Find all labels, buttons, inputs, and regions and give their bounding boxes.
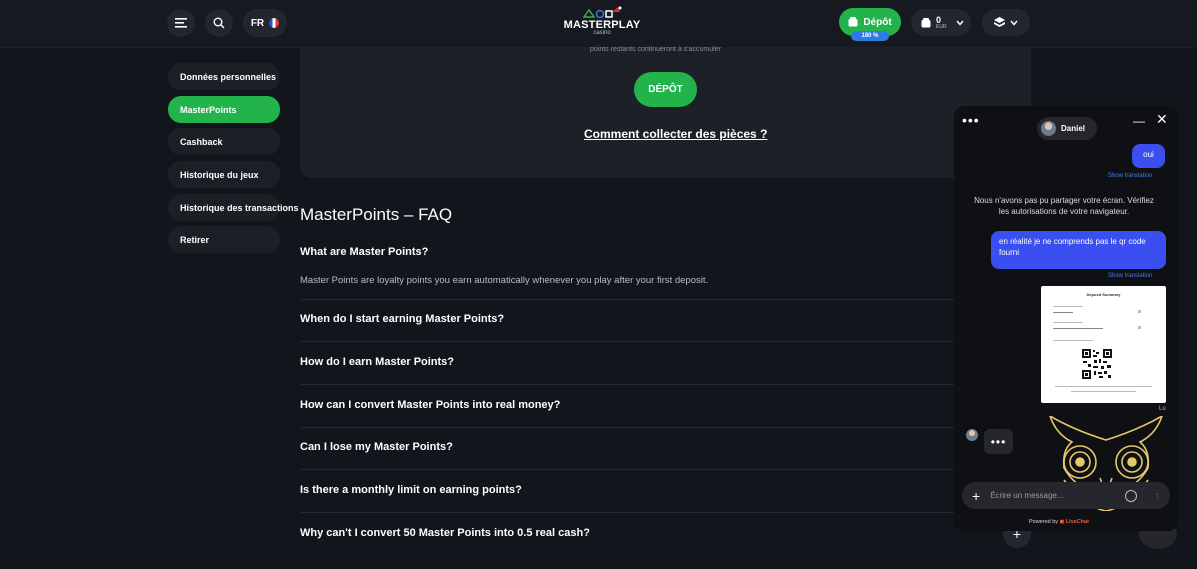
faq-answer: Master Points are loyalty points you ear…	[300, 275, 709, 286]
doc-line	[1053, 312, 1073, 313]
search-icon	[213, 17, 225, 29]
deposit-label: Dépôt	[863, 16, 892, 28]
close-icon[interactable]: ✕	[1156, 111, 1168, 128]
chat-composer: + Écrire un message... ↑	[962, 482, 1170, 509]
sidebar-item-label: Historique du jeux	[180, 169, 259, 180]
logo-shapes	[562, 6, 642, 18]
sidebar-item-label: Historique des transactions	[180, 202, 299, 213]
send-arrow-icon[interactable]: ↑	[1155, 490, 1161, 502]
faq-divider	[300, 427, 960, 428]
search-button[interactable]	[205, 9, 233, 37]
language-code: FR	[250, 17, 265, 29]
doc-line	[1053, 340, 1093, 341]
faq-question[interactable]: What are Master Points?	[300, 246, 428, 258]
copy-icon	[1138, 310, 1141, 313]
minimize-icon[interactable]: —	[1133, 114, 1145, 128]
faq-question[interactable]: When do I start earning Master Points?	[300, 313, 504, 325]
qr-code-icon	[1081, 348, 1113, 380]
card-deposit-label: DÉPÔT	[648, 84, 683, 95]
sidebar-item-personal-data[interactable]: Données personnelles	[168, 63, 280, 90]
livechat-brand: LiveChat	[1065, 519, 1089, 525]
faq-divider	[300, 469, 960, 470]
balance-amount: 0	[936, 14, 942, 25]
masterplay-logo[interactable]: MASTERPLAY casino	[562, 6, 642, 40]
attach-plus-icon[interactable]: +	[972, 488, 980, 504]
message-text: oui	[1143, 150, 1154, 159]
language-selector[interactable]: FR	[243, 9, 287, 37]
agent-info[interactable]: Daniel	[1037, 117, 1097, 140]
system-message: Nous n'avons pas pu partager votre écran…	[974, 196, 1154, 216]
doc-line	[1053, 322, 1083, 323]
user-message-bubble: oui	[1132, 144, 1165, 168]
doc-line	[1053, 328, 1103, 329]
agent-avatar	[1041, 121, 1056, 136]
livechat-widget: ••• Daniel — ✕ oui Show translation Nous…	[954, 106, 1178, 531]
bonus-text: 180 %	[861, 33, 879, 39]
france-flag-icon	[269, 18, 280, 28]
doc-line	[1053, 306, 1083, 307]
sidebar-item-cashback[interactable]: Cashback	[168, 128, 280, 155]
faq-title: MasterPoints – FAQ	[300, 205, 453, 224]
agent-avatar	[966, 429, 978, 441]
faq-divider	[300, 512, 960, 513]
message-text: en réalité je ne comprends pas le qr cod…	[999, 237, 1146, 257]
faq-question[interactable]: Can I lose my Master Points?	[300, 441, 453, 453]
chevron-down-icon	[1010, 20, 1018, 26]
top-header: FR MASTERPLAY casino Dépôt 180 % 0 EUR	[0, 0, 1197, 48]
wallet-icon	[848, 17, 858, 27]
balance-selector[interactable]: 0 EUR	[911, 9, 971, 36]
sidebar-item-label: Cashback	[180, 136, 223, 147]
sidebar-item-game-history[interactable]: Historique du jeux	[168, 161, 280, 188]
powered-by-text: Powered by	[1029, 519, 1059, 525]
balance-wallet-icon	[921, 17, 931, 27]
emoji-icon[interactable]	[1124, 489, 1137, 502]
sidebar-item-masterpoints[interactable]: MasterPoints	[168, 96, 280, 123]
faq-question[interactable]: How do I earn Master Points?	[300, 356, 454, 368]
typing-indicator: •••	[984, 429, 1013, 454]
message-input[interactable]: Écrire un message...	[990, 491, 1114, 500]
logo-icon	[582, 6, 622, 18]
copy-icon	[1138, 326, 1141, 329]
show-translation-link[interactable]: Show translation	[1108, 173, 1152, 179]
card-deposit-button[interactable]: DÉPÔT	[634, 72, 697, 107]
faq-question[interactable]: Why can't I convert 50 Master Points int…	[300, 527, 590, 539]
doc-line	[1055, 386, 1152, 387]
faq-question[interactable]: How can I convert Master Points into rea…	[300, 399, 560, 411]
bonus-badge: 180 %	[851, 31, 889, 41]
sidebar-item-label: Données personnelles	[180, 71, 277, 82]
chevron-down-icon	[955, 20, 964, 26]
collect-coins-link[interactable]: Comment collecter des pièces ?	[584, 127, 767, 141]
shared-image-preview[interactable]: Deposit Summary	[1041, 286, 1166, 403]
card-note: points restants continueront à s'accumul…	[590, 46, 721, 53]
faq-question[interactable]: Is there a monthly limit on earning poin…	[300, 484, 522, 496]
user-message-bubble: en réalité je ne comprends pas le qr cod…	[991, 231, 1166, 269]
agent-name: Daniel	[1061, 124, 1086, 133]
profile-icon	[994, 17, 1005, 27]
doc-line	[1071, 391, 1136, 392]
livechat-logo-icon: ◼	[1059, 519, 1065, 525]
powered-by-footer[interactable]: Powered by ◼ LiveChat	[1029, 519, 1089, 525]
profile-menu-button[interactable]	[982, 9, 1030, 36]
sidebar-item-label: MasterPoints	[180, 104, 237, 115]
faq-divider	[300, 341, 960, 342]
show-translation-link[interactable]: Show translation	[1108, 273, 1152, 279]
hamburger-icon	[175, 18, 187, 28]
read-receipt: Lu	[1159, 406, 1166, 412]
doc-title: Deposit Summary	[1086, 292, 1121, 297]
faq-divider	[300, 384, 960, 385]
sidebar-item-label: Retirer	[180, 234, 210, 245]
balance-currency: EUR	[936, 23, 947, 30]
masterpoints-card	[300, 48, 1031, 178]
sidebar-item-withdraw[interactable]: Retirer	[168, 226, 280, 253]
faq-divider	[300, 299, 960, 300]
more-options-icon[interactable]: •••	[962, 112, 980, 128]
sidebar-item-transaction-history[interactable]: Historique des transactions	[168, 194, 299, 221]
menu-button[interactable]	[167, 9, 195, 37]
